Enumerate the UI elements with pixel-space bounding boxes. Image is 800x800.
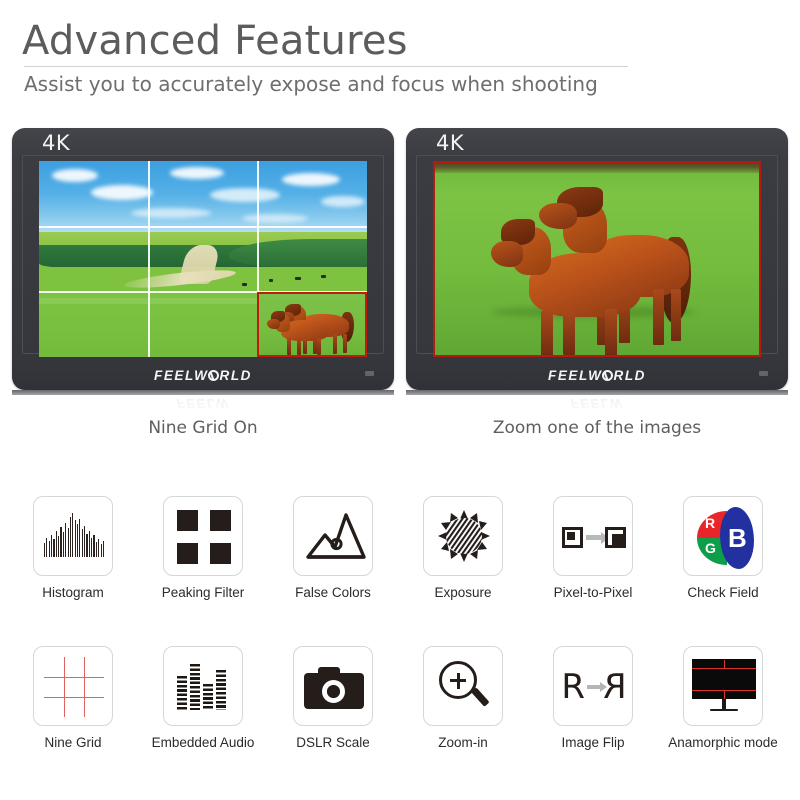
feature-dslr-scale[interactable]: DSLR Scale [268,646,398,750]
feature-label: Image Flip [561,735,625,750]
badge-4k: 4K [436,131,465,155]
feature-label: Zoom-in [438,735,488,750]
feature-check-field[interactable]: R G B Check Field [658,496,788,600]
monitor-nine-grid: 4K FEELW RLD [12,128,394,438]
feature-anamorphic-mode[interactable]: Anamorphic mode [658,646,788,750]
embedded-audio-icon [163,646,243,726]
feature-pixel-to-pixel[interactable]: Pixel-to-Pixel [528,496,658,600]
monitor-zoomed: 4K FEELW RLD [406,128,788,438]
brand-suffix: RLD [219,368,253,383]
anamorphic-monitor-icon [683,646,763,726]
feature-icon-grid: Histogram Peaking Filter False Colors Ex… [0,496,800,796]
flip-arrow-icon [587,682,607,692]
feature-label: Exposure [434,585,492,600]
brand-o-icon [602,370,614,381]
sensor-indicator [759,371,768,376]
feature-false-colors[interactable]: False Colors [268,496,398,600]
brand-o-icon [208,370,220,381]
flip-char-left: R [561,667,585,707]
feature-histogram[interactable]: Histogram [8,496,138,600]
feature-label: Check Field [687,585,759,600]
feature-embedded-audio[interactable]: Embedded Audio [138,646,268,750]
false-colors-icon [293,496,373,576]
page-title: Advanced Features [22,18,408,64]
badge-4k: 4K [42,131,71,155]
flip-char-right: R [603,667,627,707]
feature-label: Histogram [42,585,104,600]
dslr-camera-icon [293,646,373,726]
feature-label: False Colors [295,585,371,600]
mountain-glyph [306,513,366,559]
feature-row-2: Nine Grid Embedded Audio DSLR Scale Zoom… [0,646,800,796]
sun-glyph [438,510,490,562]
monitor-body: 4K FEELW RLD [406,128,788,390]
feature-label: Embedded Audio [151,735,255,750]
check-field-icon: R G B [683,496,763,576]
feature-label: Pixel-to-Pixel [553,585,633,600]
feature-image-flip[interactable]: R R Image Flip [528,646,658,750]
zoom-highlight-cell [257,291,367,357]
caption-zoom: Zoom one of the images [492,418,702,438]
feature-nine-grid[interactable]: Nine Grid [8,646,138,750]
check-field-b: B [728,523,747,553]
monitor-body: 4K FEELW RLD [12,128,394,390]
feature-label: Anamorphic mode [668,735,778,750]
advanced-features-page: Advanced Features Assist you to accurate… [0,0,800,800]
pixel-to-pixel-icon [553,496,633,576]
page-subtitle: Assist you to accurately expose and focu… [24,72,598,96]
image-flip-icon: R R [553,646,633,726]
brand-suffix: RLD [613,368,647,383]
sensor-indicator [365,371,374,376]
check-field-r: R [705,515,716,531]
histogram-icon [33,496,113,576]
check-field-g: G [705,540,716,556]
feature-exposure[interactable]: Exposure [398,496,528,600]
exposure-sun-icon [423,496,503,576]
feature-zoom-in[interactable]: Zoom-in [398,646,528,750]
brand-prefix: FEELW [547,368,603,383]
monitor-screen [433,161,761,357]
feature-row-1: Histogram Peaking Filter False Colors Ex… [0,496,800,646]
feature-label: Peaking Filter [161,585,245,600]
feature-label: DSLR Scale [296,735,370,750]
page-header: Advanced Features Assist you to accurate… [22,18,628,98]
caption-nine-grid: Nine Grid On [148,418,258,438]
peaking-filter-icon [163,496,243,576]
feature-label: Nine Grid [44,735,102,750]
magnifier-plus-icon [423,646,503,726]
monitor-showcase: 4K FEELW RLD 4K FEELW RLD [0,128,800,438]
zoomed-horses-scene [433,161,761,357]
feature-peaking-filter[interactable]: Peaking Filter [138,496,268,600]
nine-grid-icon [33,646,113,726]
brand-prefix: FEELW [153,368,209,383]
title-divider [24,66,628,67]
monitor-screen [39,161,367,357]
brand-logo: FEELW RLD [12,368,394,383]
brand-logo: FEELW RLD [406,368,788,383]
